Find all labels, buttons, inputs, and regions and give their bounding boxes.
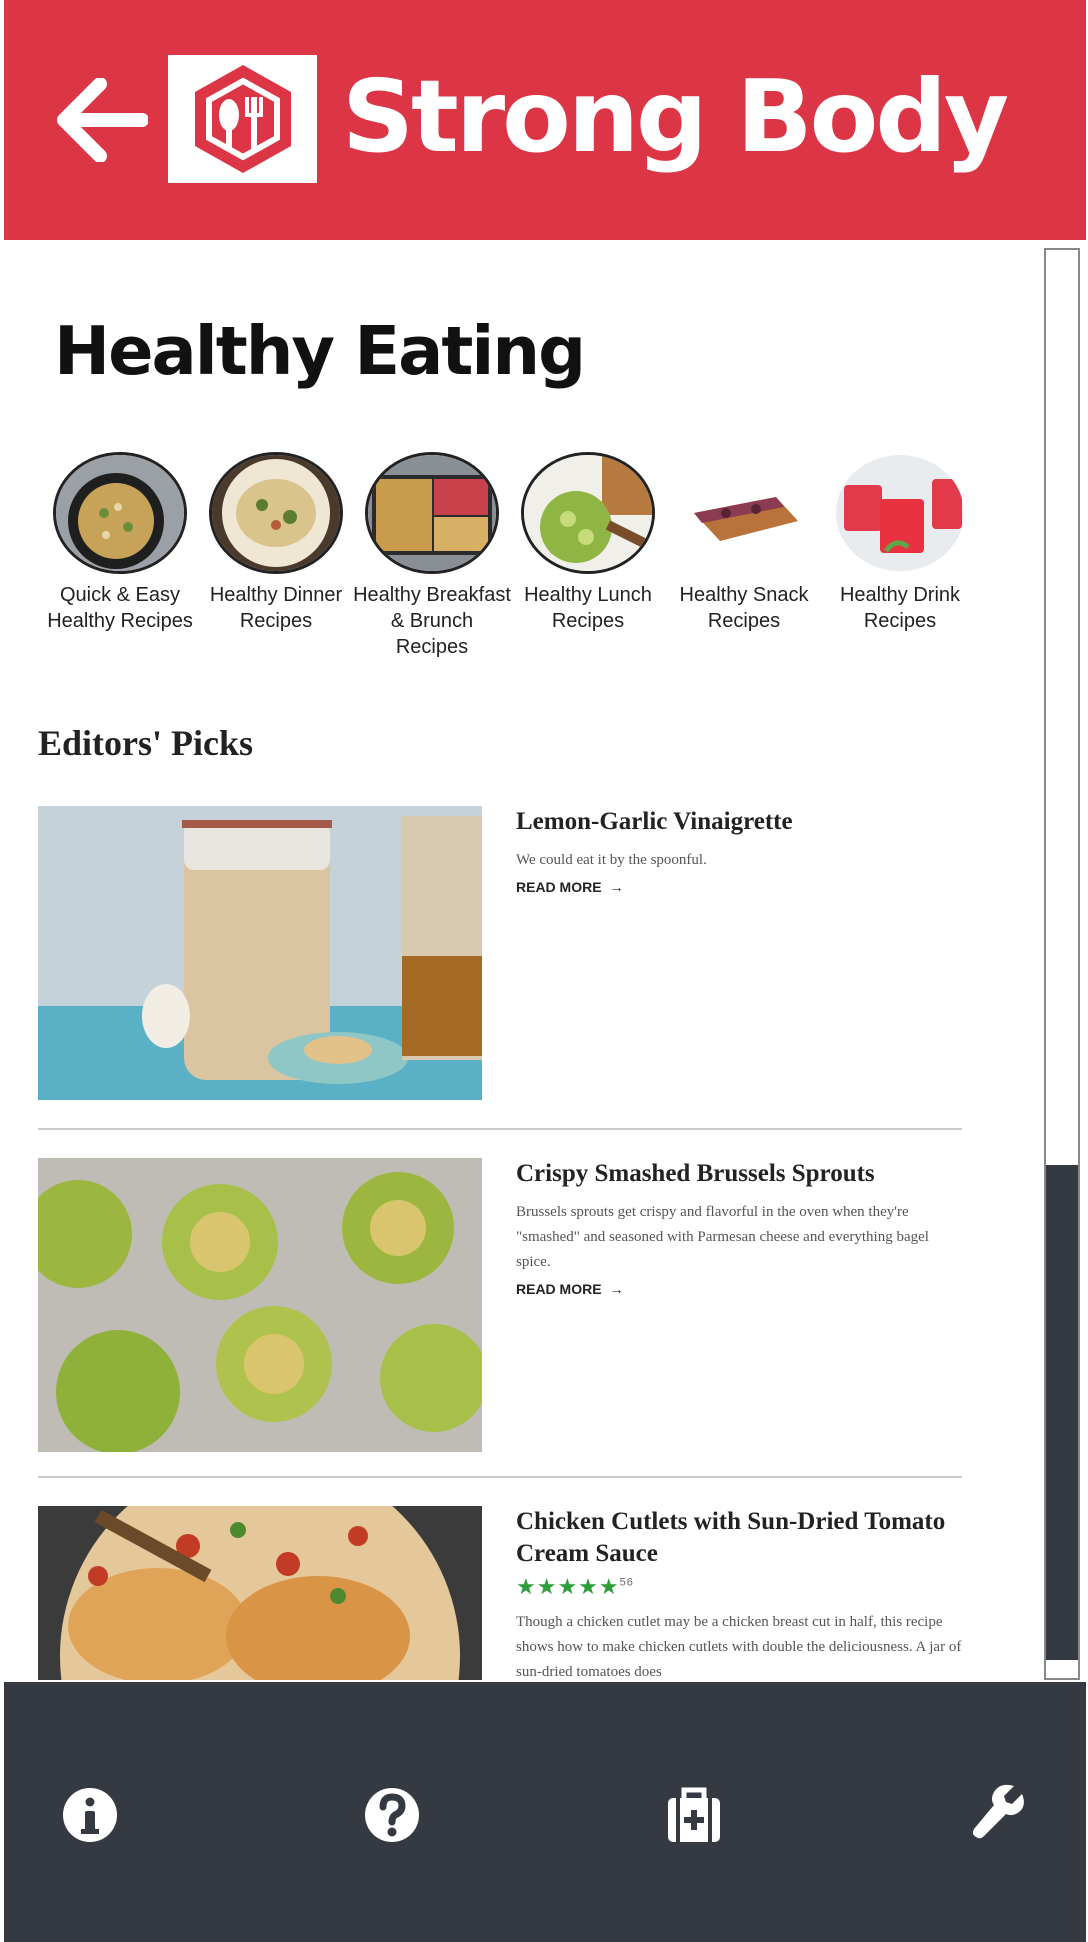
rating-count: 56: [619, 1576, 634, 1589]
category-healthy-dinner[interactable]: Healthy Dinner Recipes: [196, 452, 356, 634]
recipe-card[interactable]: Chicken Cutlets with Sun-Dried Tomato Cr…: [38, 1506, 962, 1680]
arrow-right-icon: →: [609, 1281, 624, 1297]
recipe-image[interactable]: [38, 1158, 482, 1452]
section-title: Editors' Picks: [38, 723, 254, 763]
recipe-card[interactable]: Lemon-Garlic Vinaigrette We could eat it…: [38, 806, 962, 1106]
help-icon[interactable]: [362, 1782, 422, 1848]
logo-icon: [194, 65, 291, 173]
wrench-icon[interactable]: [970, 1782, 1030, 1848]
category-thumbnail: [677, 452, 811, 574]
info-icon[interactable]: [60, 1782, 120, 1848]
first-aid-kit-icon[interactable]: [664, 1782, 724, 1848]
read-more-label: READ MORE: [516, 879, 602, 895]
category-healthy-drink[interactable]: Healthy Drink Recipes: [820, 452, 980, 634]
divider: [38, 1476, 962, 1478]
divider: [38, 1128, 962, 1130]
category-thumbnail: [53, 452, 187, 574]
app-title: Strong Body: [342, 58, 1009, 175]
category-quick-easy[interactable]: Quick & Easy Healthy Recipes: [40, 452, 200, 634]
category-label: Healthy Breakfast & Brunch Recipes: [353, 584, 511, 658]
scrollbar-thumb[interactable]: [1046, 1165, 1078, 1660]
category-label: Quick & Easy Healthy Recipes: [47, 584, 193, 632]
star-icons: ★★★★★: [516, 1574, 620, 1599]
recipe-title[interactable]: Crispy Smashed Brussels Sprouts: [516, 1158, 962, 1190]
app-bar: Strong Body: [4, 0, 1086, 240]
rating-stars: ★★★★★56: [516, 1574, 962, 1600]
back-arrow-icon[interactable]: [56, 78, 148, 162]
recipe-card[interactable]: Crispy Smashed Brussels Sprouts Brussels…: [38, 1158, 962, 1458]
category-carousel: Quick & Easy Healthy Recipes Healthy Din…: [40, 452, 1000, 752]
recipe-text: Crispy Smashed Brussels Sprouts Brussels…: [516, 1158, 962, 1297]
recipe-title[interactable]: Lemon-Garlic Vinaigrette: [516, 806, 962, 838]
recipe-text: Chicken Cutlets with Sun-Dried Tomato Cr…: [516, 1506, 962, 1680]
category-healthy-lunch[interactable]: Healthy Lunch Recipes: [508, 452, 668, 634]
category-breakfast-brunch[interactable]: Healthy Breakfast & Brunch Recipes: [352, 452, 512, 660]
recipe-description: Though a chicken cutlet may be a chicken…: [516, 1614, 962, 1680]
recipe-image[interactable]: [38, 806, 482, 1100]
category-thumbnail: [833, 452, 967, 574]
page-title: Healthy Eating: [54, 312, 586, 390]
category-thumbnail: [209, 452, 343, 574]
category-label: Healthy Lunch Recipes: [524, 584, 652, 632]
arrow-right-icon: →: [609, 879, 624, 895]
read-more-link[interactable]: READ MORE →: [516, 879, 962, 895]
category-label: Healthy Drink Recipes: [839, 584, 961, 632]
category-healthy-snack[interactable]: Healthy Snack Recipes: [664, 452, 824, 634]
recipe-description: We could eat it by the spoonful.: [516, 852, 707, 868]
recipe-image[interactable]: [38, 1506, 482, 1680]
recipe-title[interactable]: Chicken Cutlets with Sun-Dried Tomato Cr…: [516, 1506, 962, 1570]
app-logo: [168, 55, 317, 183]
bottom-nav: [4, 1682, 1086, 1942]
recipe-text: Lemon-Garlic Vinaigrette We could eat it…: [516, 806, 962, 895]
recipe-description: Brussels sprouts get crispy and flavorfu…: [516, 1204, 929, 1270]
read-more-link[interactable]: READ MORE →: [516, 1281, 962, 1297]
category-label: Healthy Dinner Recipes: [209, 584, 343, 632]
read-more-label: READ MORE: [516, 1281, 602, 1297]
category-thumbnail: [365, 452, 499, 574]
category-label: Healthy Snack Recipes: [679, 584, 809, 632]
category-thumbnail: [521, 452, 655, 574]
content-area: Healthy Eating Quick & Easy Healthy Reci…: [0, 244, 1040, 1680]
